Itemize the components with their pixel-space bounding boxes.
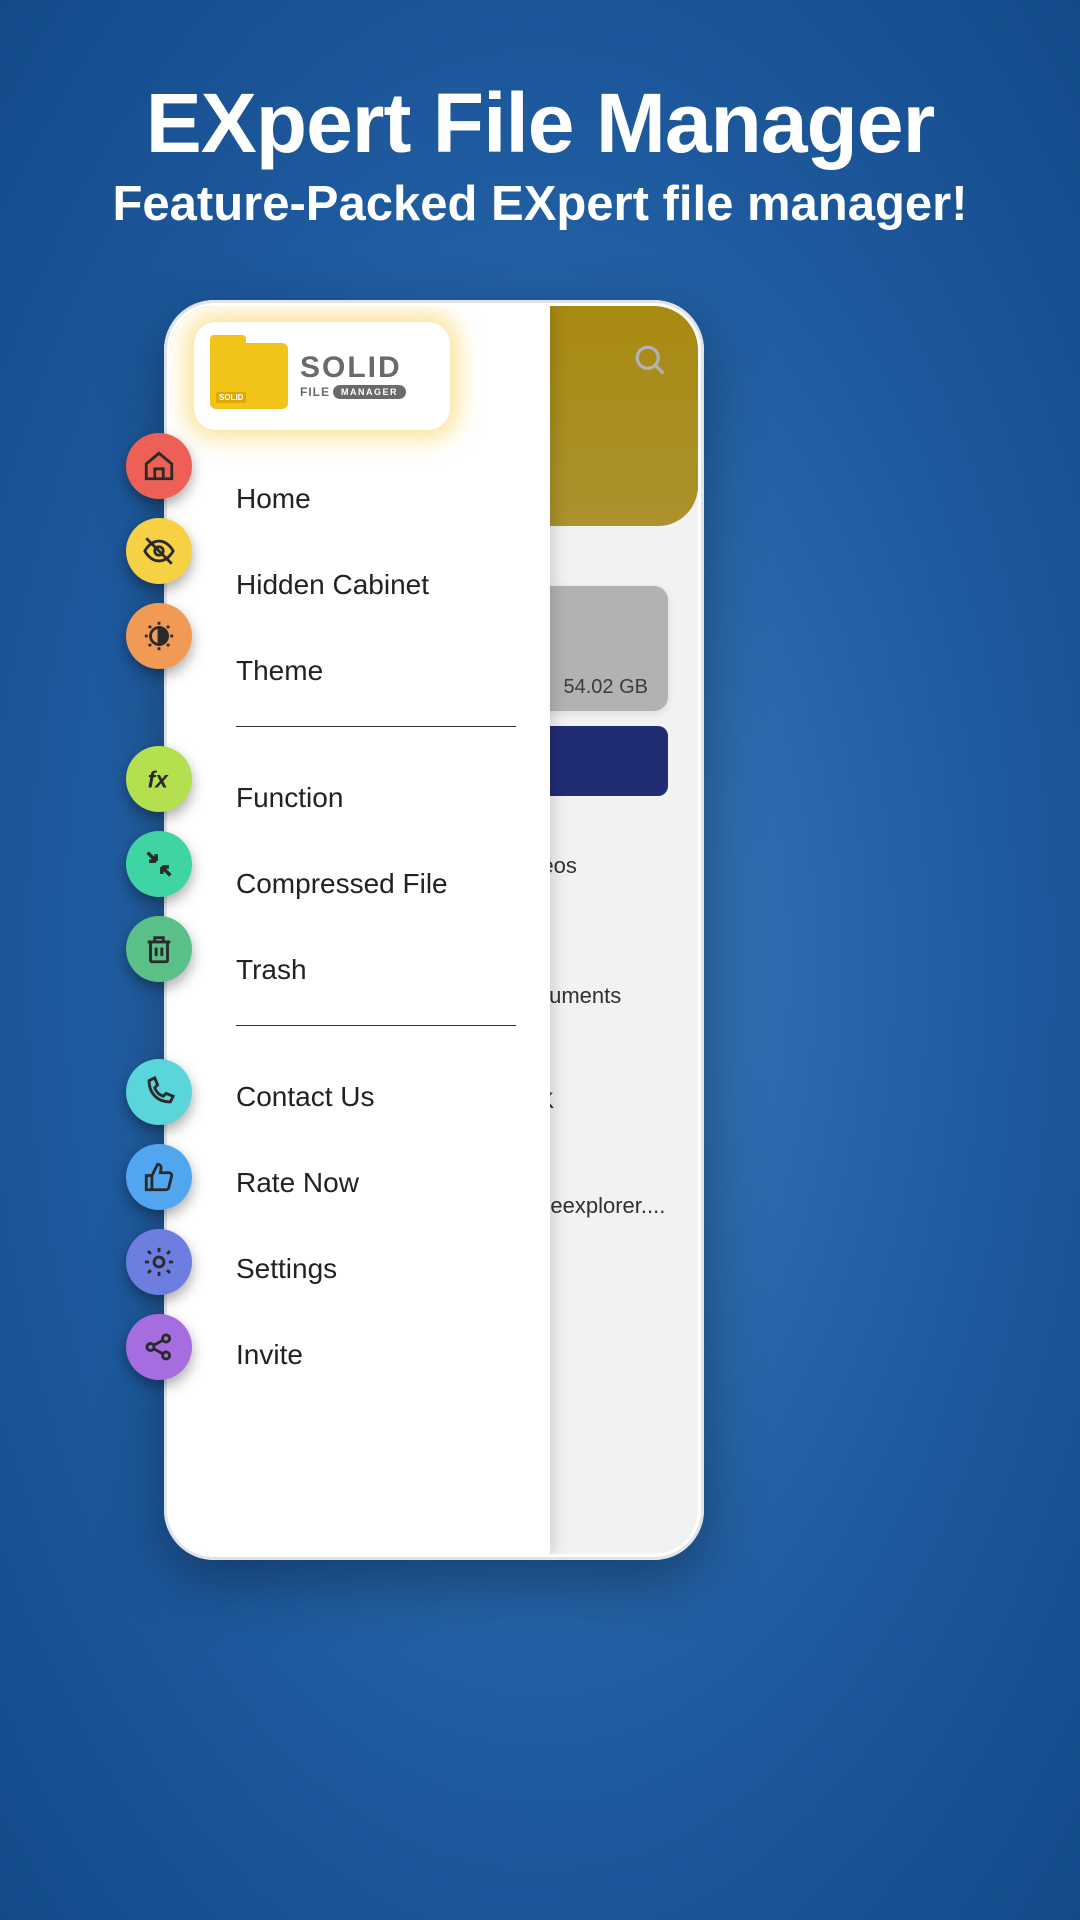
menu-item-home[interactable]: Home <box>170 456 550 542</box>
menu-item-trash[interactable]: Trash <box>170 927 550 1013</box>
menu-item-rate-now[interactable]: Rate Now <box>170 1140 550 1226</box>
phone-screen: 54.02 GB Videos Documents APK 4_fileexpl… <box>170 306 698 1554</box>
thumbs-up-icon[interactable] <box>126 1144 192 1210</box>
menu-item-settings[interactable]: Settings <box>170 1226 550 1312</box>
phone-icon[interactable] <box>126 1059 192 1125</box>
menu-label: Theme <box>236 655 323 687</box>
drawer-menu: Home Hidden Cabinet Theme Function Compr… <box>170 456 550 1554</box>
folder-icon: SOLID <box>210 343 288 409</box>
phone-frame: 54.02 GB Videos Documents APK 4_fileexpl… <box>164 300 704 1560</box>
svg-text:fx: fx <box>148 767 170 793</box>
menu-item-hidden-cabinet[interactable]: Hidden Cabinet <box>170 542 550 628</box>
fx-icon[interactable]: fx <box>126 746 192 812</box>
menu-label: Trash <box>236 954 307 986</box>
promo-header: EXpert File Manager Feature-Packed EXper… <box>0 0 1080 232</box>
logo-brand: SOLID <box>300 353 406 383</box>
menu-item-contact-us[interactable]: Contact Us <box>170 1054 550 1140</box>
menu-divider <box>236 726 516 727</box>
menu-item-function[interactable]: Function <box>170 755 550 841</box>
menu-label: Invite <box>236 1339 303 1371</box>
compress-icon[interactable] <box>126 831 192 897</box>
trash-icon[interactable] <box>126 916 192 982</box>
search-icon[interactable] <box>632 342 668 378</box>
promo-subtitle: Feature-Packed EXpert file manager! <box>0 176 1080 232</box>
menu-label: Rate Now <box>236 1167 359 1199</box>
eye-off-icon[interactable] <box>126 518 192 584</box>
menu-label: Function <box>236 782 343 814</box>
navigation-drawer: SOLID SOLID FILE MANAGER Home Hidden Cab… <box>170 306 550 1554</box>
menu-label: Compressed File <box>236 868 448 900</box>
contrast-icon[interactable] <box>126 603 192 669</box>
menu-label: Hidden Cabinet <box>236 569 429 601</box>
menu-item-invite[interactable]: Invite <box>170 1312 550 1398</box>
menu-divider <box>236 1025 516 1026</box>
gear-icon[interactable] <box>126 1229 192 1295</box>
app-logo[interactable]: SOLID SOLID FILE MANAGER <box>194 322 450 430</box>
menu-item-theme[interactable]: Theme <box>170 628 550 714</box>
menu-item-compressed-file[interactable]: Compressed File <box>170 841 550 927</box>
storage-size: 54.02 GB <box>563 676 648 699</box>
promo-title: EXpert File Manager <box>0 75 1080 172</box>
home-icon[interactable] <box>126 433 192 499</box>
menu-label: Contact Us <box>236 1081 375 1113</box>
menu-label: Settings <box>236 1253 337 1285</box>
share-icon[interactable] <box>126 1314 192 1380</box>
menu-label: Home <box>236 483 311 515</box>
